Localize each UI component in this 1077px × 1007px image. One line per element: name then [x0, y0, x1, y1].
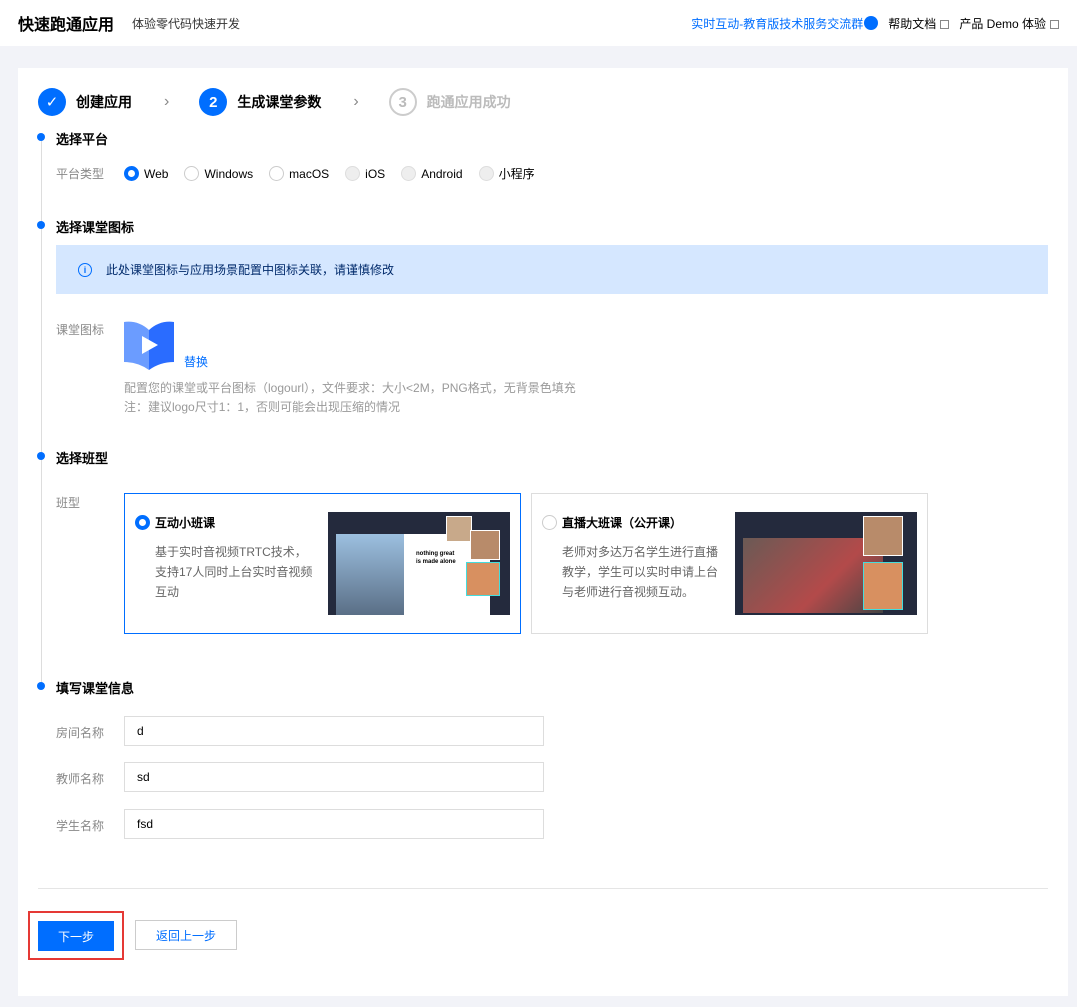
radio-label: macOS	[289, 166, 330, 181]
icon-label: 课堂图标	[56, 323, 105, 337]
notice-text: 此处课堂图标与应用场景配置中图标关联，请谨慎修改	[106, 263, 395, 277]
top-bar: 快速跑通应用 体验零代码快速开发 实时互动-教育版技术服务交流群 帮助文档 产品…	[0, 0, 1077, 46]
next-button[interactable]: 下一步	[38, 921, 114, 951]
chat-icon	[864, 15, 879, 30]
radio-disabled-icon	[478, 166, 494, 181]
section-title: 填写课堂信息	[56, 681, 135, 696]
student-name-input[interactable]: fsd	[124, 809, 544, 839]
section-class-info: 填写课堂信息	[37, 678, 134, 697]
radio-windows[interactable]: Windows	[184, 165, 253, 182]
platform-label: 平台类型	[56, 167, 105, 181]
demo-label: 产品 Demo 体验	[959, 16, 1046, 31]
step-success: 3 跑通应用成功	[388, 88, 511, 116]
info-icon: i	[78, 262, 92, 277]
radio-label: 小程序	[498, 167, 535, 181]
help-docs-link[interactable]: 帮助文档	[888, 15, 950, 32]
class-desc: 基于实时音视频TRTC技术，支持17人同时上台实时音视频互动	[155, 545, 313, 599]
radio-macos[interactable]: macOS	[269, 165, 329, 182]
demo-link[interactable]: 产品 Demo 体验	[959, 15, 1059, 32]
notice-banner: i 此处课堂图标与应用场景配置中图标关联，请谨慎修改	[56, 245, 1048, 294]
radio-icon	[542, 515, 557, 530]
main-card: ✓ 创建应用 › 2 生成课堂参数 › 3 跑通应用成功 选择平台 平台类型 Web …	[18, 68, 1068, 996]
step-create-app: ✓ 创建应用	[38, 88, 132, 116]
radio-label: Windows	[204, 166, 254, 181]
room-name-input[interactable]: d	[124, 716, 544, 746]
app-title: 快速跑通应用	[18, 17, 115, 34]
external-link-icon	[940, 19, 950, 29]
class-title: 直播大班课（公开课）	[562, 516, 683, 530]
section-icon: 选择课堂图标	[37, 217, 134, 236]
replace-link[interactable]: 替换	[184, 353, 208, 370]
chevron-right-icon: ›	[164, 93, 170, 110]
class-option-small[interactable]: 互动小班课 基于实时音视频TRTC技术，支持17人同时上台实时音视频互动 not…	[124, 493, 521, 634]
step-number: 3	[388, 88, 417, 116]
back-button[interactable]: 返回上一步	[135, 920, 237, 950]
step-label: 创建应用	[76, 94, 132, 110]
step-number: 2	[199, 88, 228, 116]
small-class-preview-image: nothing great is made alone	[328, 512, 510, 615]
community-link-label: 实时互动-教育版技术服务交流群	[691, 16, 864, 31]
student-name-label: 学生名称	[56, 819, 105, 833]
large-class-preview-image	[735, 512, 917, 615]
stepper: ✓ 创建应用 › 2 生成课堂参数 › 3 跑通应用成功	[38, 88, 511, 116]
radio-miniprogram[interactable]: 小程序	[478, 165, 535, 182]
thumb-caption: nothing great is made alone	[416, 551, 456, 565]
app-subtitle: 体验零代码快速开发	[132, 16, 241, 31]
radio-ios[interactable]: iOS	[345, 165, 385, 182]
icon-note: 注：建议logo尺寸1：1，否则可能会出现压缩的情况	[124, 400, 401, 414]
section-platform: 选择平台	[37, 129, 108, 148]
community-link[interactable]: 实时互动-教育版技术服务交流群	[691, 15, 879, 32]
divider	[38, 888, 1048, 889]
radio-icon	[269, 166, 285, 181]
step-label: 生成课堂参数	[237, 94, 322, 110]
classroom-logo-icon	[124, 321, 174, 370]
section-title: 选择班型	[56, 451, 109, 466]
icon-hint: 配置您的课堂或平台图标（logourl），文件要求：大小<2M，PNG格式，无背…	[124, 381, 576, 395]
radio-checked-icon	[124, 166, 139, 181]
help-docs-label: 帮助文档	[888, 16, 937, 31]
teacher-name-input[interactable]: sd	[124, 762, 544, 792]
class-option-large[interactable]: 直播大班课（公开课） 老师对多达万名学生进行直播教学，学生可以实时申请上台与老师…	[531, 493, 928, 634]
class-title: 互动小班课	[155, 516, 216, 530]
step-params: 2 生成课堂参数	[199, 88, 321, 116]
platform-radio-group: Web Windows macOS iOS Android 小程序	[124, 165, 551, 182]
room-name-label: 房间名称	[56, 726, 105, 740]
class-type-label: 班型	[56, 496, 81, 510]
check-icon: ✓	[38, 88, 66, 116]
radio-label: iOS	[365, 166, 386, 181]
radio-label: Web	[144, 166, 169, 181]
class-desc: 老师对多达万名学生进行直播教学，学生可以实时申请上台与老师进行音视频互动。	[562, 545, 719, 599]
section-class-type: 选择班型	[37, 448, 108, 467]
radio-web[interactable]: Web	[124, 165, 168, 182]
radio-disabled-icon	[345, 166, 361, 181]
step-label: 跑通应用成功	[426, 94, 511, 110]
external-link-icon	[1050, 19, 1059, 29]
radio-disabled-icon	[401, 166, 417, 181]
teacher-name-label: 教师名称	[56, 772, 105, 786]
radio-checked-icon	[135, 515, 150, 530]
radio-android[interactable]: Android	[401, 165, 463, 182]
section-title: 选择课堂图标	[56, 220, 135, 235]
chevron-right-icon: ›	[353, 93, 359, 110]
highlight-box: 下一步	[28, 911, 124, 960]
radio-label: Android	[421, 166, 463, 181]
radio-icon	[184, 166, 200, 181]
section-title: 选择平台	[56, 132, 109, 147]
